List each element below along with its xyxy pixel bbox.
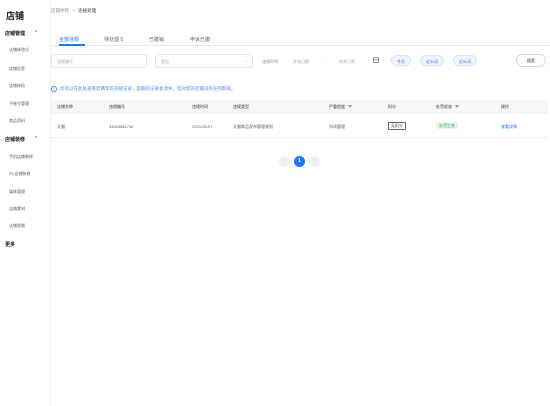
column-header-label: 严重程度 bbox=[329, 104, 345, 109]
column-header-violation-no: 违规编号 bbox=[109, 104, 125, 109]
column-header-status[interactable]: 处罚状态 bbox=[436, 104, 459, 110]
sidebar-brand: 店铺 bbox=[6, 11, 25, 21]
filter-bar: 违规编号 类型 ⌄ 违规时间 开始日期 - 结束日期 今天 近30天 近90天 … bbox=[51, 54, 548, 69]
sidebar-item-shop-video[interactable]: 店铺视频 bbox=[9, 223, 25, 229]
calendar-icon bbox=[373, 57, 379, 63]
filter-icon[interactable] bbox=[455, 105, 459, 109]
deduction-tag: 无扣分 bbox=[388, 122, 406, 130]
sidebar-item-media-management[interactable]: 媒体管理 bbox=[9, 189, 25, 195]
date-separator: - bbox=[323, 58, 325, 63]
tab-pending[interactable]: 待处理 0 bbox=[104, 36, 123, 43]
table-row: 天猫 33015581742 2023-05-07 天猫商品发布管理规则 市场管… bbox=[51, 114, 548, 138]
tab-appeal-revoked[interactable]: 申诉已撤 bbox=[190, 36, 210, 43]
date-filter-label: 违规时间 bbox=[262, 59, 278, 64]
sidebar-item-shop-checkup[interactable]: 店铺体检 bbox=[9, 83, 25, 89]
breadcrumb-separator: > bbox=[72, 8, 75, 13]
cell-violation-no: 33015581742 bbox=[109, 124, 134, 129]
violation-number-input[interactable]: 违规编号 bbox=[51, 54, 147, 68]
chevron-up-icon: ^ bbox=[35, 30, 38, 36]
filter-icon[interactable] bbox=[348, 105, 352, 109]
sidebar-group-shop-decoration[interactable]: 店铺装修 ^ bbox=[5, 136, 37, 143]
notice-text: 您可以在此处查看近两年的违规记录，超期的记录会消失，但对您的店铺没有任何影响。 bbox=[60, 86, 236, 92]
main-content: 店铺体检 > 违规处理 全部违规 待处理 0 已撤销 申诉已撤 违规编号 类型 … bbox=[50, 0, 550, 406]
column-header-action: 操作 bbox=[501, 104, 509, 109]
quick-range-30-days[interactable]: 近30天 bbox=[420, 55, 445, 66]
sidebar-item-experience-score[interactable]: 店铺体验分 bbox=[9, 47, 29, 53]
column-header-time: 违规时间 bbox=[192, 104, 208, 109]
pagination: ‹ 1 › bbox=[279, 156, 329, 168]
prev-page-button[interactable]: ‹ bbox=[279, 156, 290, 167]
column-header-label: 处罚状态 bbox=[436, 104, 452, 109]
sidebar-group-shop-management[interactable]: 店铺管理 ^ bbox=[5, 30, 37, 37]
column-header-deduction: 扣分 bbox=[388, 104, 396, 109]
info-icon: i bbox=[51, 86, 57, 92]
cell-shop: 天猫 bbox=[57, 124, 65, 129]
column-header-type: 违规类型 bbox=[233, 104, 249, 109]
breadcrumb-parent[interactable]: 店铺体检 bbox=[51, 8, 69, 13]
sidebar-item-product-materials[interactable]: 商品资料 bbox=[9, 118, 25, 124]
chevron-down-icon: ⌄ bbox=[244, 58, 248, 63]
sidebar-item-shop-assets[interactable]: 店铺素材 bbox=[9, 206, 25, 212]
view-details-link[interactable]: 查看详情 bbox=[501, 124, 517, 130]
table-header: 店铺名称 违规编号 违规时间 违规类型 严重程度 扣分 处罚状态 操作 bbox=[51, 100, 548, 114]
cell-type: 天猫商品发布管理规则 bbox=[233, 124, 273, 129]
breadcrumb: 店铺体检 > 违规处理 bbox=[51, 8, 96, 14]
breadcrumb-current: 违规处理 bbox=[78, 8, 97, 13]
sidebar-item-shop-info[interactable]: 店铺信息 bbox=[9, 66, 25, 72]
column-header-shop: 店铺名称 bbox=[57, 104, 73, 109]
start-date-placeholder: 开始日期 bbox=[293, 59, 309, 64]
sidebar: 店铺 店铺管理 ^ 店铺体验分 店铺信息 店铺体检 子账号管理 商品资料 店铺装… bbox=[0, 0, 50, 406]
tab-bar: 全部违规 待处理 0 已撤销 申诉已撤 bbox=[51, 34, 550, 46]
quick-range-90-days[interactable]: 近90天 bbox=[453, 55, 478, 66]
sidebar-group-label: 店铺装修 bbox=[5, 137, 26, 143]
sidebar-more[interactable]: 更多 bbox=[5, 241, 15, 248]
cell-severity: 市场管理 bbox=[329, 124, 345, 129]
tab-revoked[interactable]: 已撤销 bbox=[149, 36, 164, 43]
date-range-picker[interactable]: 开始日期 - 结束日期 bbox=[287, 54, 381, 68]
search-button[interactable]: 搜索 bbox=[516, 54, 546, 67]
violation-type-select[interactable]: 类型 ⌄ bbox=[155, 54, 253, 68]
page-number-current[interactable]: 1 bbox=[294, 156, 305, 167]
sidebar-item-mobile-decoration[interactable]: 手机店铺装修 bbox=[9, 154, 33, 160]
notice-banner: i 您可以在此处查看近两年的违规记录，超期的记录会消失，但对您的店铺没有任何影响。 bbox=[51, 86, 236, 92]
cell-time: 2023-05-07 bbox=[192, 124, 213, 129]
active-tab-indicator bbox=[59, 44, 85, 46]
sidebar-group-label: 店铺管理 bbox=[5, 31, 26, 37]
end-date-placeholder: 结束日期 bbox=[339, 59, 355, 64]
next-page-button[interactable]: › bbox=[309, 156, 320, 167]
sidebar-item-sub-accounts[interactable]: 子账号管理 bbox=[9, 101, 29, 107]
sidebar-item-pc-decoration[interactable]: PC店铺装修 bbox=[9, 171, 31, 177]
tab-all-violations[interactable]: 全部违规 bbox=[59, 36, 79, 43]
violations-table: 店铺名称 违规编号 违规时间 违规类型 严重程度 扣分 处罚状态 操作 天猫 3… bbox=[51, 100, 548, 138]
chevron-up-icon: ^ bbox=[35, 136, 38, 142]
column-header-severity[interactable]: 严重程度 bbox=[329, 104, 352, 110]
status-badge: 处罚生效 bbox=[436, 122, 458, 129]
type-select-placeholder: 类型 bbox=[161, 59, 169, 64]
quick-range-today[interactable]: 今天 bbox=[391, 55, 411, 66]
